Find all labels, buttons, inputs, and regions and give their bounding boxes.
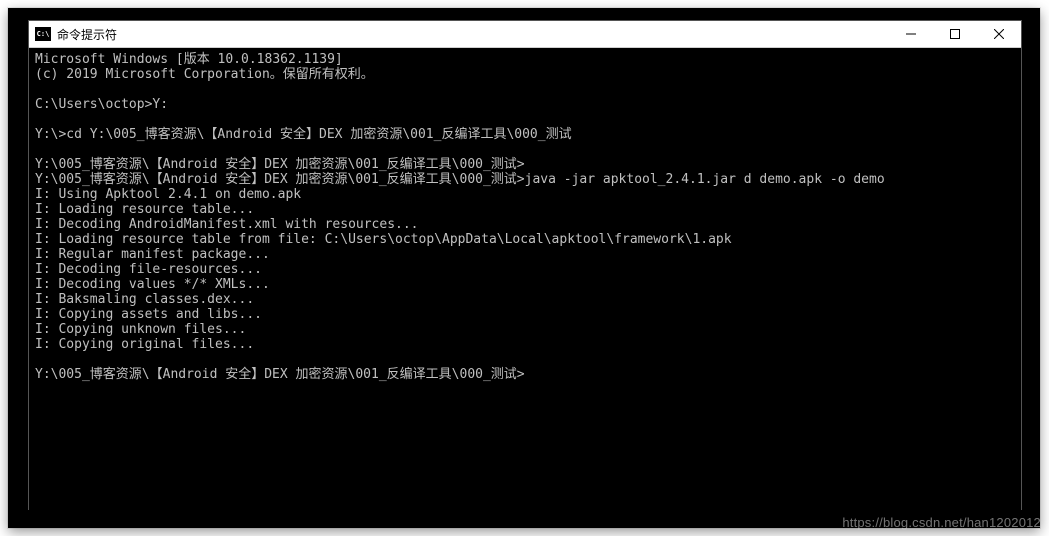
titlebar-left: C:\ 命令提示符: [29, 26, 117, 43]
close-icon: [994, 29, 1004, 39]
terminal-line: I: Decoding AndroidManifest.xml with res…: [35, 217, 1015, 232]
terminal-line: [35, 142, 1015, 157]
terminal-line: I: Decoding file-resources...: [35, 262, 1015, 277]
terminal-line: [35, 82, 1015, 97]
terminal-line: I: Loading resource table from file: C:\…: [35, 232, 1015, 247]
cmd-icon: C:\: [35, 27, 51, 41]
watermark-text: https://blog.csdn.net/han1202012: [842, 515, 1041, 530]
window-controls: [889, 21, 1021, 47]
window-title: 命令提示符: [57, 26, 117, 43]
maximize-button[interactable]: [933, 21, 977, 47]
maximize-icon: [950, 29, 960, 39]
terminal-line: [35, 112, 1015, 127]
terminal-line: I: Baksmaling classes.dex...: [35, 292, 1015, 307]
terminal-output[interactable]: Microsoft Windows [版本 10.0.18362.1139](c…: [29, 48, 1021, 518]
terminal-line: (c) 2019 Microsoft Corporation。保留所有权利。: [35, 67, 1015, 82]
terminal-line: I: Loading resource table...: [35, 202, 1015, 217]
terminal-line: I: Copying original files...: [35, 337, 1015, 352]
titlebar[interactable]: C:\ 命令提示符: [29, 21, 1021, 48]
minimize-button[interactable]: [889, 21, 933, 47]
minimize-icon: [906, 29, 916, 39]
terminal-line: I: Copying assets and libs...: [35, 307, 1015, 322]
terminal-line: Y:\005_博客资源\【Android 安全】DEX 加密资源\001_反编译…: [35, 172, 1015, 187]
terminal-line: I: Using Apktool 2.4.1 on demo.apk: [35, 187, 1015, 202]
terminal-line: Microsoft Windows [版本 10.0.18362.1139]: [35, 52, 1015, 67]
terminal-line: C:\Users\octop>Y:: [35, 97, 1015, 112]
cmd-window: C:\ 命令提示符 Microsoft Windows [版本 10.0.183…: [28, 20, 1022, 510]
terminal-line: Y:\>cd Y:\005_博客资源\【Android 安全】DEX 加密资源\…: [35, 127, 1015, 142]
terminal-line: [35, 352, 1015, 367]
close-button[interactable]: [977, 21, 1021, 47]
terminal-line: I: Regular manifest package...: [35, 247, 1015, 262]
cmd-icon-label: C:\: [37, 31, 50, 38]
terminal-line: Y:\005_博客资源\【Android 安全】DEX 加密资源\001_反编译…: [35, 157, 1015, 172]
terminal-line: I: Copying unknown files...: [35, 322, 1015, 337]
terminal-line: I: Decoding values */* XMLs...: [35, 277, 1015, 292]
terminal-line: Y:\005_博客资源\【Android 安全】DEX 加密资源\001_反编译…: [35, 367, 1015, 382]
